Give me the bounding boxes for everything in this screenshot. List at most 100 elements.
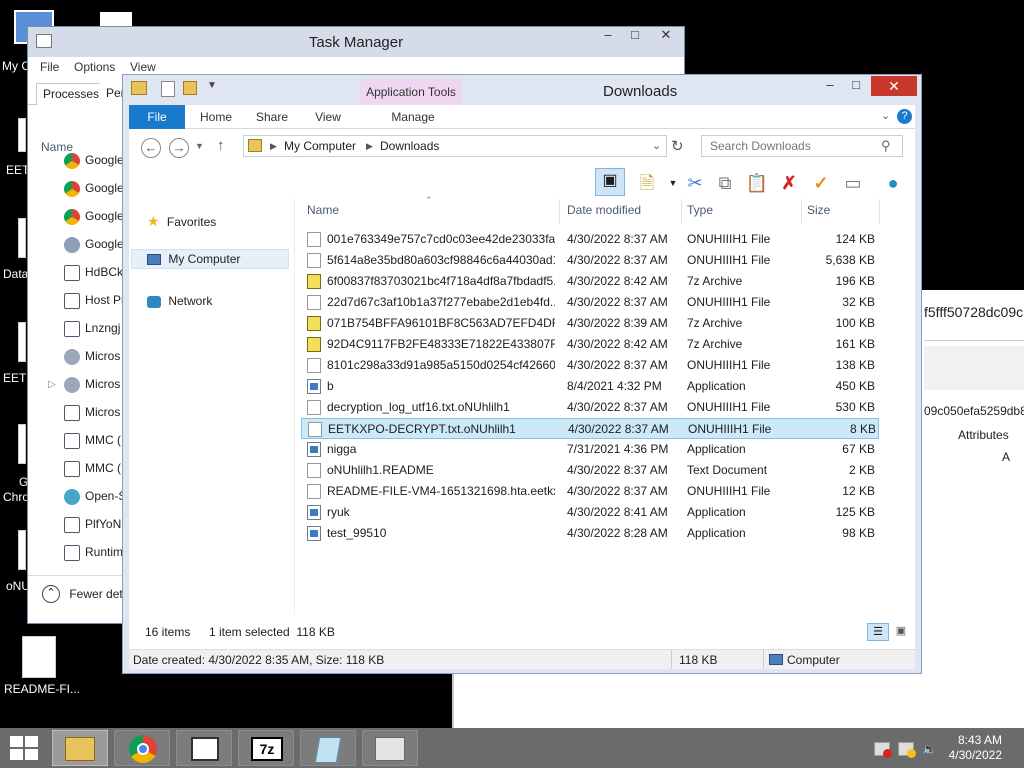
desktop-file-icon[interactable]	[18, 424, 26, 464]
preview-pane-icon[interactable]: ▣	[595, 168, 625, 196]
tab-file[interactable]: File	[129, 105, 185, 129]
search-input[interactable]: Search Downloads	[701, 135, 903, 157]
refresh-button[interactable]: ↻	[671, 137, 684, 155]
taskbar-7zip-button[interactable]: 7z	[238, 730, 294, 766]
breadcrumb-my-computer[interactable]: My Computer	[284, 136, 356, 156]
rename-icon[interactable]: ▭	[841, 171, 865, 195]
delete-icon[interactable]: ✗	[777, 171, 801, 195]
file-row-selected[interactable]: EETKXPO-DECRYPT.txt.oNUhlilh1 4/30/2022 8…	[301, 418, 879, 439]
expand-ribbon-icon[interactable]: ⌄	[881, 109, 890, 122]
back-button[interactable]: ←	[141, 138, 161, 158]
process-row[interactable]: Lnzngj	[64, 321, 124, 349]
menu-options[interactable]: Options	[74, 60, 115, 74]
breadcrumb-downloads[interactable]: Downloads	[380, 136, 439, 156]
file-row[interactable]: 001e763349e757c7cd0c03ee42de23033fa9... 4…	[301, 229, 879, 250]
desktop-file-icon[interactable]	[18, 530, 26, 570]
file-row[interactable]: 92D4C9117FB2FE48333E71822E433807FB5... 4/…	[301, 334, 879, 355]
address-bar[interactable]: ▶ My Computer ▶ Downloads ⌄	[243, 135, 667, 157]
file-row[interactable]: oNUhlilh1.README 4/30/2022 8:37 AM Text Do…	[301, 460, 879, 481]
action-center-icon[interactable]	[874, 742, 892, 758]
column-name-header[interactable]: Name	[41, 140, 73, 154]
fewer-details-button[interactable]: ⌃ Fewer deta	[42, 585, 124, 603]
process-row[interactable]: MMC (	[64, 461, 124, 489]
process-row[interactable]: MMC (	[64, 433, 124, 461]
column-date-modified[interactable]: Date modified	[567, 203, 641, 217]
process-row[interactable]: HdBCk	[64, 265, 124, 293]
paste-icon[interactable]: 📋	[745, 171, 769, 195]
file-row[interactable]: test_99510 4/30/2022 8:28 AM Application 98…	[301, 523, 879, 544]
process-row[interactable]: Open-S	[64, 489, 124, 517]
network-status-icon[interactable]	[898, 742, 916, 758]
up-button[interactable]: ↑	[217, 137, 225, 154]
taskbar-task-manager-button[interactable]	[362, 730, 418, 766]
cut-icon[interactable]: ✂	[683, 171, 707, 195]
nav-favorites[interactable]: ★ Favorites	[147, 213, 216, 230]
file-row[interactable]: decryption_log_utf16.txt.oNUhlilh1 4/30/2…	[301, 397, 879, 418]
column-size[interactable]: Size	[807, 203, 830, 217]
dropdown-icon[interactable]: ▼	[661, 171, 685, 195]
file-row[interactable]: README-FILE-VM4-1651321698.hta.eetkx... 4…	[301, 481, 879, 502]
process-row[interactable]: Google	[64, 209, 124, 237]
tab-manage[interactable]: Manage	[361, 105, 465, 129]
check-icon[interactable]: ✓	[809, 171, 833, 195]
close-button[interactable]: ✕	[871, 76, 917, 96]
column-name[interactable]: Name	[307, 203, 339, 217]
minimize-button[interactable]: –	[817, 76, 843, 96]
tab-processes[interactable]: Processes	[36, 83, 107, 105]
desktop-file-icon[interactable]	[18, 322, 26, 362]
file-row[interactable]: ryuk 4/30/2022 8:41 AM Application 125 KB	[301, 502, 879, 523]
process-row[interactable]: Google	[64, 153, 124, 181]
windows-start-icon[interactable]	[10, 736, 38, 760]
file-row[interactable]: 8101c298a33d91a985a5150d0254cf426601... 4…	[301, 355, 879, 376]
search-icon[interactable]: ⚲	[881, 138, 891, 154]
explorer-titlebar[interactable]: ▼ Application Tools Downloads – □ ✕	[123, 75, 921, 105]
process-row[interactable]: Micros	[64, 405, 124, 433]
file-row[interactable]: 22d7d67c3af10b1a37f277ebabe2d1eb4fd... 4/…	[301, 292, 879, 313]
minimize-button[interactable]: –	[594, 27, 622, 47]
file-row[interactable]: nigga 7/31/2021 4:36 PM Application 67 KB	[301, 439, 879, 460]
menu-view[interactable]: View	[130, 60, 156, 74]
readme-file-desktop-icon[interactable]	[22, 636, 56, 678]
taskbar-window-button[interactable]	[176, 730, 232, 766]
file-row[interactable]: 071B754BFFA96101BF8C563AD7EFD4DF3... 4/30…	[301, 313, 879, 334]
tab-home[interactable]: Home	[193, 105, 239, 129]
large-icons-view-button[interactable]: ▣	[891, 623, 911, 641]
copy-icon[interactable]: ⧉	[713, 171, 737, 195]
process-row[interactable]: Host Pr	[64, 293, 124, 321]
desktop-file-icon[interactable]	[18, 218, 26, 258]
tab-share[interactable]: Share	[249, 105, 295, 129]
quick-access-dropdown-icon[interactable]: ▼	[207, 80, 217, 91]
menu-file[interactable]: File	[40, 60, 59, 74]
taskbar-explorer-button[interactable]	[52, 730, 108, 766]
new-folder-icon[interactable]	[183, 81, 197, 95]
nav-network[interactable]: Network	[147, 294, 212, 308]
globe-icon[interactable]: ●	[881, 171, 905, 195]
details-view-button[interactable]: ☰	[867, 623, 889, 641]
process-row[interactable]: Micros	[64, 377, 124, 405]
taskbar-clock[interactable]: 8:43 AM 4/30/2022	[949, 733, 1002, 763]
taskbar-chrome-button[interactable]	[114, 730, 170, 766]
file-row[interactable]: 5f614a8e35bd80a603cf98846c6a44030ad1... 4…	[301, 250, 879, 271]
file-row[interactable]: 6f00837f83703021bc4f718a4df8a7fbdadf5...…	[301, 271, 879, 292]
process-row[interactable]: Runtim	[64, 545, 124, 573]
address-dropdown-icon[interactable]: ⌄	[652, 136, 661, 156]
tab-view[interactable]: View	[305, 105, 351, 129]
forward-button[interactable]: →	[169, 138, 189, 158]
desktop-file-icon[interactable]	[18, 118, 26, 152]
recent-locations-icon[interactable]: ▼	[195, 141, 204, 151]
close-button[interactable]: ✕	[648, 27, 684, 47]
process-row[interactable]: Micros	[64, 349, 124, 377]
properties-icon[interactable]	[161, 81, 175, 97]
column-type[interactable]: Type	[687, 203, 713, 217]
process-row[interactable]: PlfYoN	[64, 517, 124, 545]
volume-muted-icon[interactable]: 🔈	[922, 742, 937, 756]
process-row[interactable]: Google	[64, 181, 124, 209]
process-row[interactable]: Google	[64, 237, 124, 265]
expand-chevron-icon[interactable]: ▷	[48, 379, 56, 390]
maximize-button[interactable]: □	[622, 27, 648, 47]
nav-my-computer[interactable]: My Computer	[147, 252, 240, 266]
file-row[interactable]: b 8/4/2021 4:32 PM Application 450 KB	[301, 376, 879, 397]
task-manager-titlebar[interactable]: Task Manager – □ ✕	[28, 27, 684, 57]
attributes-header[interactable]: Attributes	[958, 428, 1009, 442]
help-icon[interactable]: ?	[897, 109, 912, 124]
